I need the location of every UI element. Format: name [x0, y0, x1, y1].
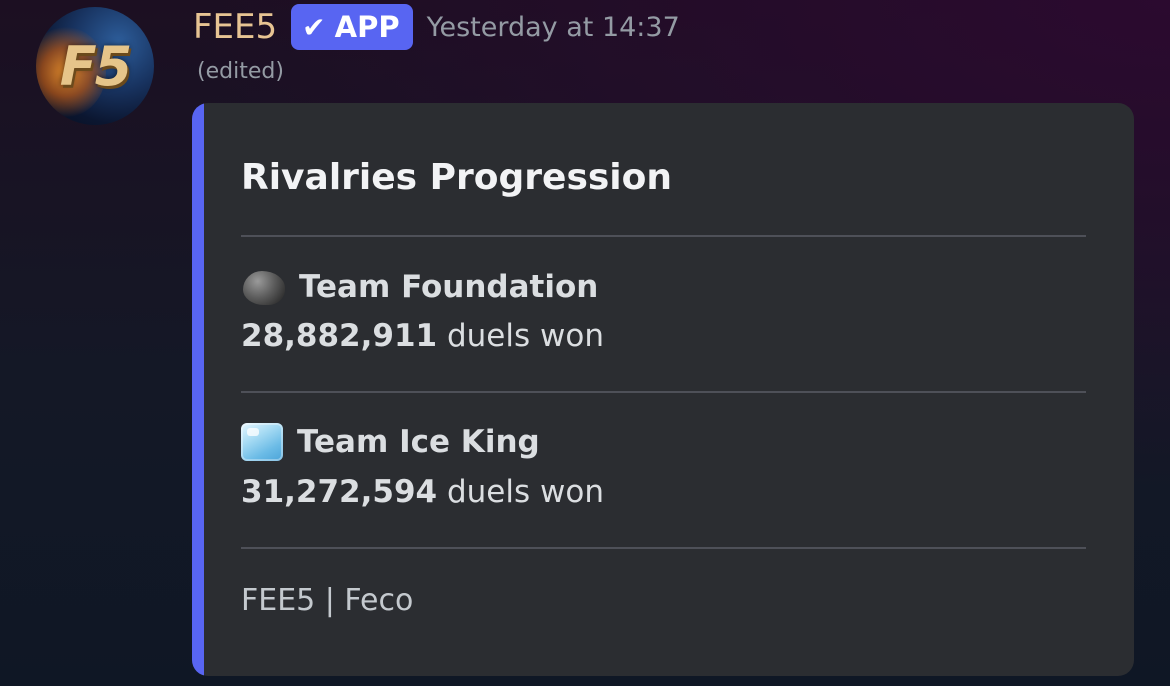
author-avatar[interactable]: F5 — [36, 7, 154, 125]
edited-indicator: (edited) — [197, 59, 284, 84]
duels-count: 28,882,911 — [241, 318, 438, 354]
author-username[interactable]: FEE5 — [193, 7, 277, 47]
verified-check-icon: ✔ — [302, 10, 326, 44]
embed-divider — [241, 547, 1086, 549]
rock-icon — [241, 267, 287, 307]
app-badge-label: APP — [334, 10, 400, 44]
field-name-team-foundation: Team Foundation — [241, 267, 598, 307]
app-badge: ✔ APP — [291, 4, 413, 50]
avatar-logo: F5 — [59, 34, 132, 98]
embed-footer: FEE5 | Feco — [241, 583, 414, 618]
duels-suffix: duels won — [437, 474, 604, 510]
field-name-text: Team Ice King — [297, 424, 540, 460]
ice-cube-icon — [241, 423, 283, 461]
message-embed: Rivalries Progression Team Foundation 28… — [192, 103, 1134, 676]
field-value-team-foundation: 28,882,911 duels won — [241, 318, 604, 354]
duels-count: 31,272,594 — [241, 474, 438, 510]
embed-title: Rivalries Progression — [241, 157, 672, 198]
field-name-team-ice-king: Team Ice King — [241, 423, 540, 461]
field-value-team-ice-king: 31,272,594 duels won — [241, 474, 604, 510]
embed-divider — [241, 235, 1086, 237]
chat-message: F5 FEE5 ✔ APP Yesterday at 14:37 (edited… — [0, 0, 1170, 686]
embed-accent-bar — [192, 103, 204, 676]
message-timestamp[interactable]: Yesterday at 14:37 — [427, 12, 680, 43]
field-name-text: Team Foundation — [299, 269, 599, 305]
message-header: FEE5 ✔ APP Yesterday at 14:37 — [193, 2, 680, 52]
duels-suffix: duels won — [437, 318, 604, 354]
embed-divider — [241, 391, 1086, 393]
